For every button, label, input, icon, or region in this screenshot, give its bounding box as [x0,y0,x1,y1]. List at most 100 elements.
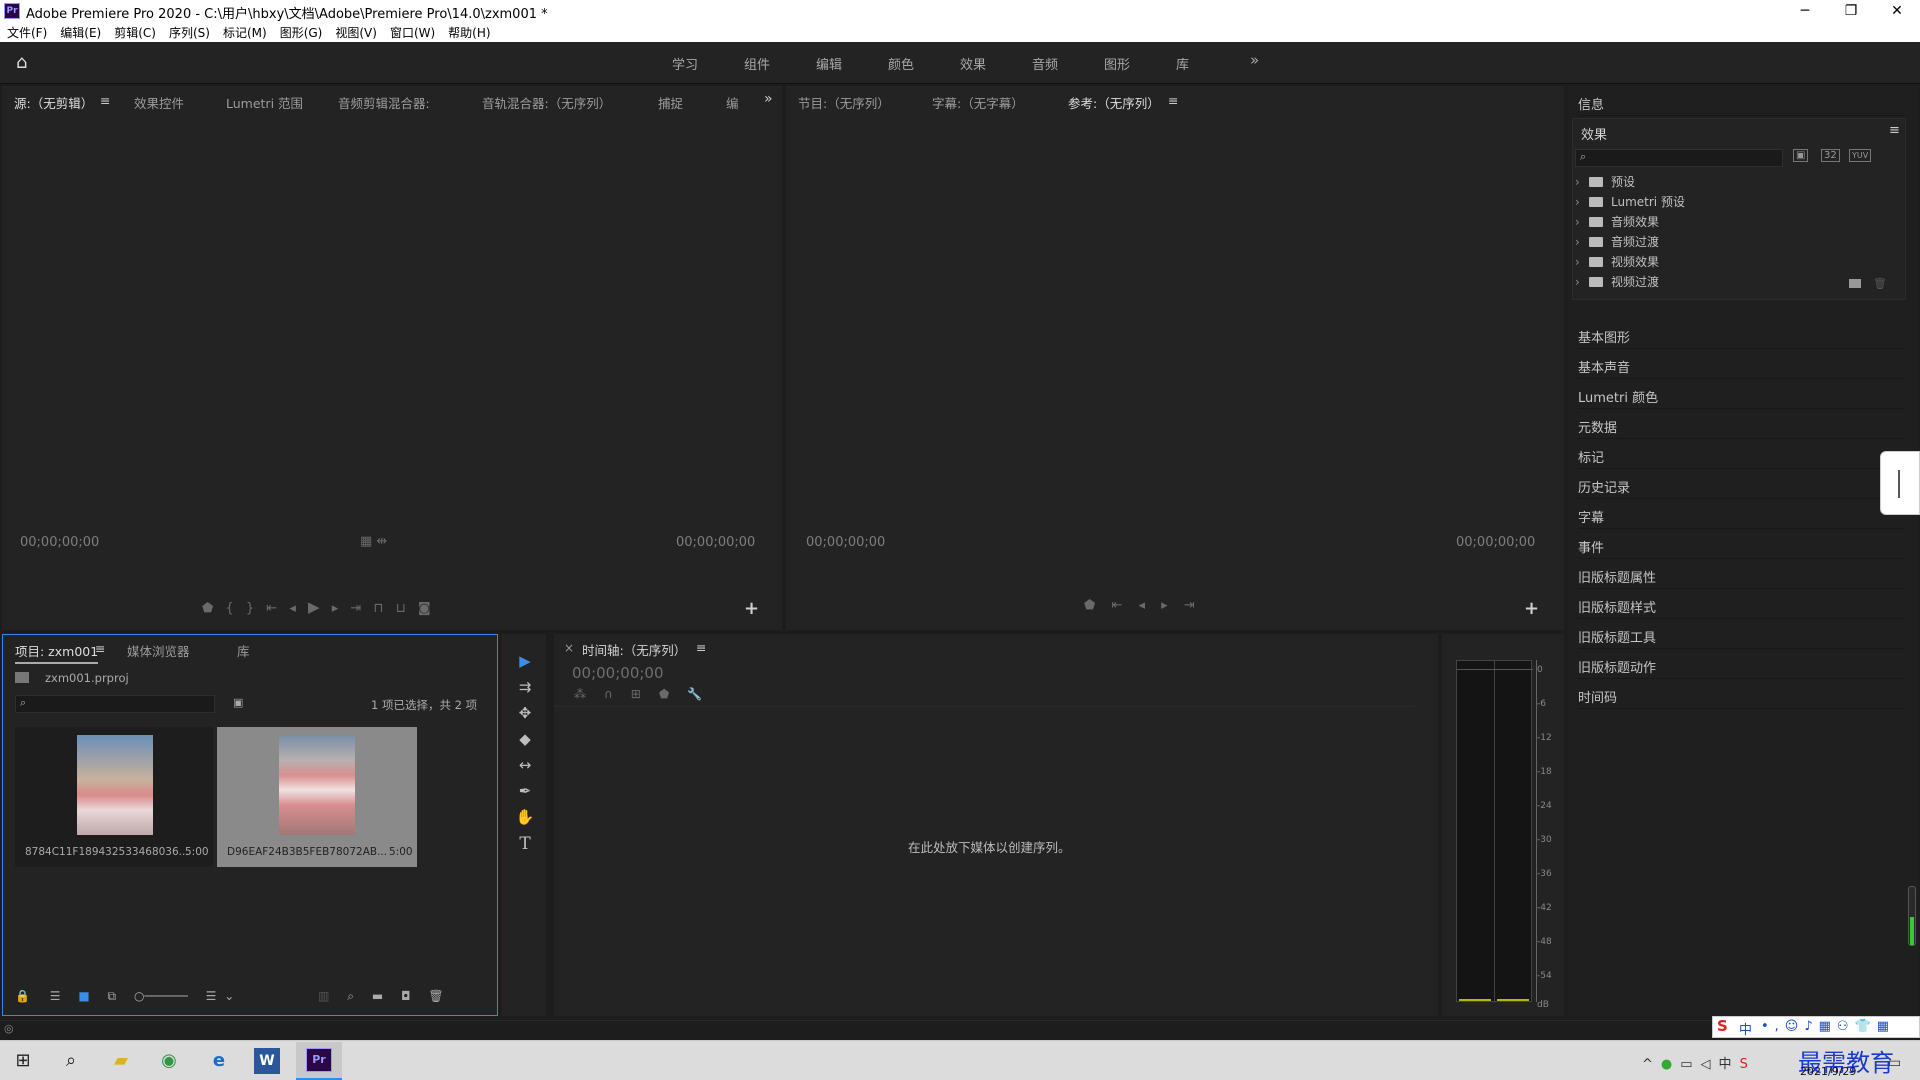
side-handle[interactable] [1880,451,1920,515]
menu-edit[interactable]: 编辑(E) [53,22,101,41]
automate-icon[interactable]: ▥ [318,989,329,1003]
ripple-edit-tool-icon[interactable]: ✥ [514,704,536,726]
panel-legacy-title-tools[interactable]: 旧版标题工具 [1578,621,1904,649]
type-tool-icon[interactable]: T [514,834,536,856]
step-back-icon[interactable]: ◂ [289,601,300,616]
tree-item-video-effects[interactable]: › 视频效果 [1575,253,1905,273]
32bit-effects-icon[interactable]: 32 [1821,149,1840,162]
ime-language[interactable]: 中 [1739,1019,1752,1038]
freeform-view-icon[interactable]: ⧉ [108,989,117,1003]
panel-captions[interactable]: 字幕 [1578,501,1904,529]
word-icon[interactable]: W [254,1048,280,1074]
panel-lumetri-color[interactable]: Lumetri 颜色 [1578,381,1904,409]
speaker-icon[interactable]: ◁ [1701,1057,1719,1072]
tree-item-presets[interactable]: › 预设 [1575,173,1905,193]
input-method-icon[interactable]: 中 [1719,1057,1740,1072]
workspace-tab-editing[interactable]: 编辑 [816,54,842,73]
edge-icon[interactable]: e [200,1045,238,1077]
program-tab-menu-icon[interactable]: ≡ [1168,93,1178,108]
nest-icon[interactable]: ⁂ [574,687,604,701]
snap-icon[interactable]: ∩ [604,687,631,701]
panel-markers[interactable]: 标记 [1578,441,1904,469]
source-playhead-timecode[interactable]: 00;00;00;00 [20,535,99,550]
program-step-forward-icon[interactable]: ▸ [1161,598,1174,613]
close-button[interactable]: ✕ [1874,0,1920,22]
workspace-tab-effects[interactable]: 效果 [960,54,986,73]
play-icon[interactable]: ▶ [308,598,324,616]
tab-effect-controls[interactable]: 效果控件 [134,93,184,112]
workspace-tab-learn[interactable]: 学习 [672,54,698,73]
timeline-tab-menu-icon[interactable]: ≡ [696,640,706,655]
chrome-icon[interactable]: ◉ [150,1045,188,1077]
timeline-close-icon[interactable]: × [564,641,574,655]
chevron-down-icon[interactable]: ⌄ [224,989,234,1003]
workspace-tab-graphics[interactable]: 图形 [1104,54,1130,73]
sort-icon[interactable]: ☰ [206,989,217,1003]
network-icon[interactable]: ▭ [1680,1057,1700,1072]
list-view-icon[interactable]: ☰ [50,989,61,1003]
panel-history[interactable]: 历史记录 [1578,471,1904,499]
tab-edit-truncated[interactable]: 编 [726,93,739,112]
tab-captions[interactable]: 字幕:（无字幕） [932,93,1024,112]
menu-window[interactable]: 窗口(W) [383,22,435,41]
tab-reference[interactable]: 参考:（无序列） [1068,93,1160,116]
clip-thumbnail-1[interactable]: 8784C11F189432533468036... 5:00 [15,727,213,867]
find-icon[interactable]: ⌕ [347,989,354,1003]
find-bin-icon[interactable]: ▣ [233,696,243,709]
go-to-out-icon[interactable]: ⇥ [350,601,365,616]
marker-icon[interactable]: ⬟ [202,601,217,616]
project-tab-menu-icon[interactable]: ≡ [95,641,105,656]
workspace-overflow-icon[interactable]: » [1250,51,1259,69]
selection-tool-icon[interactable]: ▶ [514,652,536,674]
new-bin-icon[interactable]: ▬ [372,989,383,1003]
mark-out-icon[interactable]: } [246,601,258,616]
workspace-tab-audio[interactable]: 音频 [1032,54,1058,73]
tray-app-icon[interactable]: ● [1661,1057,1680,1072]
tab-timeline[interactable]: 时间轴:（无序列） [582,640,686,659]
program-go-to-out-icon[interactable]: ⇥ [1184,598,1201,613]
zoom-slider[interactable]: ○────── [134,989,188,1003]
workspace-tab-libraries[interactable]: 库 [1176,54,1189,73]
premiere-taskbar-button[interactable]: Pr [296,1042,342,1080]
tab-source[interactable]: 源:（无剪辑） [14,93,94,116]
slip-tool-icon[interactable]: ↔ [514,756,536,778]
step-forward-icon[interactable]: ▸ [332,601,343,616]
insert-icon[interactable]: ⊓ [373,601,387,616]
timeline-playhead-timecode[interactable]: 00;00;00;00 [572,664,664,682]
export-frame-icon[interactable]: ◙ [418,601,435,616]
file-explorer-icon[interactable]: ▰ [102,1045,140,1077]
sogou-tray-icon[interactable]: S [1740,1057,1756,1072]
source-add-button[interactable]: + [744,598,759,619]
effects-panel-menu-icon[interactable]: ≡ [1889,123,1900,138]
tab-audio-clip-mixer[interactable]: 音频剪辑混合器: [338,93,430,112]
panel-essential-sound[interactable]: 基本声音 [1578,351,1904,379]
ime-tools-icon[interactable]: •,☺♪▦⚇👕▦ [1761,1019,1895,1034]
workspace-tab-assembly[interactable]: 组件 [744,54,770,73]
hand-tool-icon[interactable]: ✋ [514,808,536,830]
clip-thumbnail-2[interactable]: D96EAF24B3B5FEB78072AB... 5:00 [217,727,417,867]
search-icon[interactable]: ⌕ [52,1045,90,1077]
minimize-button[interactable]: ─ [1782,0,1828,22]
panel-info[interactable]: 信息 [1578,88,1904,116]
panel-essential-graphics[interactable]: 基本图形 [1578,321,1904,349]
panel-metadata[interactable]: 元数据 [1578,411,1904,439]
pen-tool-icon[interactable]: ✒ [514,782,536,804]
tab-libraries[interactable]: 库 [237,641,250,660]
mark-in-icon[interactable]: { [225,601,237,616]
clear-icon[interactable]: 🗑 [428,989,443,1003]
add-marker-icon[interactable]: ⬟ [659,687,687,701]
tab-media-browser[interactable]: 媒体浏览器 [127,641,190,660]
panel-timecode[interactable]: 时间码 [1578,681,1904,709]
panel-legacy-title-styles[interactable]: 旧版标题样式 [1578,591,1904,619]
tree-item-lumetri-presets[interactable]: › Lumetri 预设 [1575,193,1905,213]
panel-legacy-title-properties[interactable]: 旧版标题属性 [1578,561,1904,589]
tab-audio-track-mixer[interactable]: 音轨混合器:（无序列） [482,93,611,112]
menu-file[interactable]: 文件(F) [0,22,47,41]
menu-help[interactable]: 帮助(H) [441,22,490,41]
source-settings-icon[interactable]: ▦ ⇹ [360,534,387,549]
new-item-icon[interactable]: ◘ [401,989,411,1003]
windows-start-icon[interactable]: ⊞ [4,1045,42,1077]
menu-view[interactable]: 视图(V) [328,22,377,41]
wrench-icon[interactable]: 🔧 [687,687,720,701]
panel-legacy-title-actions[interactable]: 旧版标题动作 [1578,651,1904,679]
